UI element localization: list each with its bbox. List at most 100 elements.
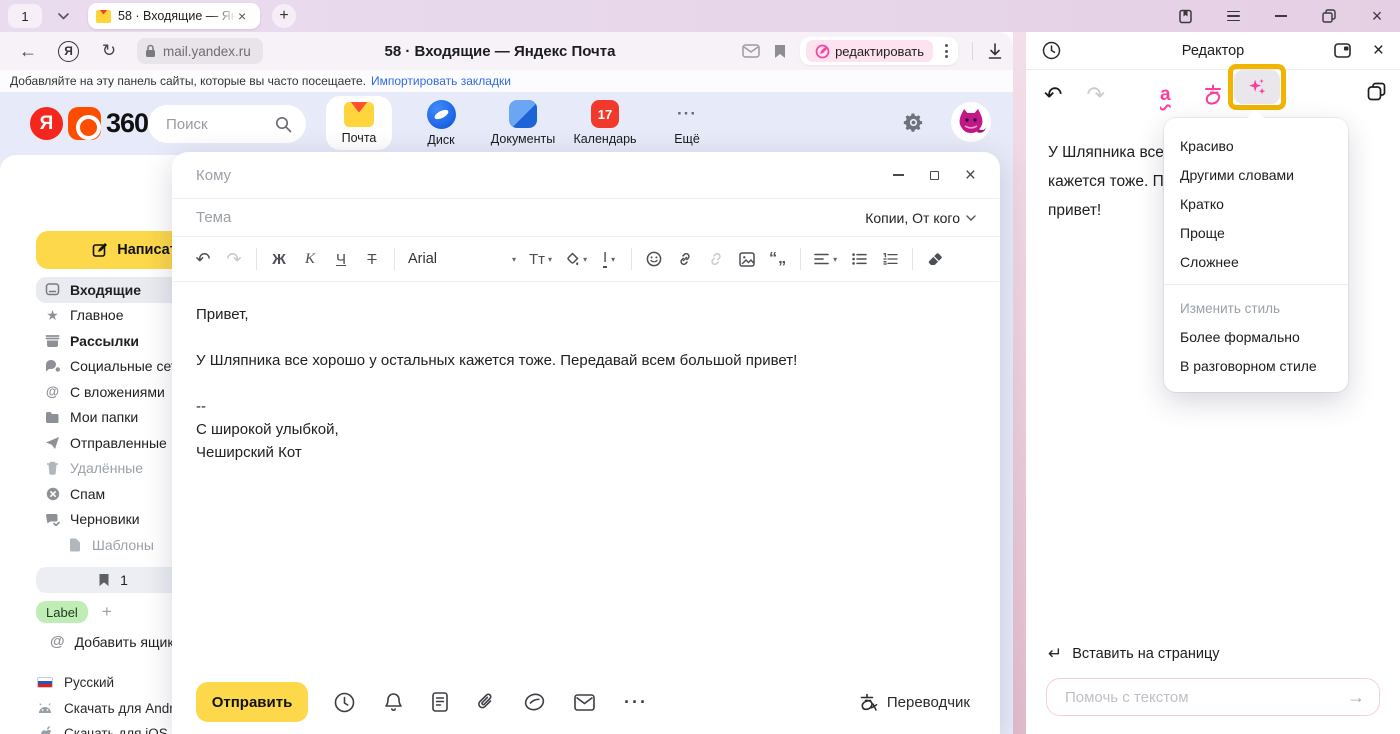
undo-icon[interactable]: ↶ xyxy=(194,249,212,270)
folder-drafts[interactable]: Черновики xyxy=(36,507,190,533)
compose-maximize-icon[interactable] xyxy=(930,171,939,180)
insert-image-icon[interactable] xyxy=(738,252,756,267)
text-color-button[interactable]: I▾ xyxy=(600,250,618,269)
panel-copy-icon[interactable] xyxy=(1367,82,1386,101)
app-calendar[interactable]: 17 Календарь xyxy=(572,96,638,150)
open-in-window-icon[interactable] xyxy=(1334,42,1353,59)
unlink-icon[interactable] xyxy=(707,251,725,267)
reminder-bell-icon[interactable] xyxy=(384,692,403,713)
window-close-icon[interactable]: × xyxy=(1368,7,1386,25)
folder-spam[interactable]: Спам xyxy=(36,481,190,507)
downloads-icon[interactable] xyxy=(987,43,1003,60)
ai-assistant-button[interactable] xyxy=(1234,70,1280,104)
label-tag[interactable]: Label xyxy=(36,601,88,623)
back-icon[interactable]: ← xyxy=(16,41,40,62)
redo-icon[interactable]: ↷ xyxy=(225,249,243,270)
folder-sent[interactable]: Отправленные xyxy=(36,430,190,456)
bookmark-icon[interactable] xyxy=(774,44,786,59)
bold-button[interactable]: Ж xyxy=(270,251,288,268)
highlight-color-button[interactable]: ▾ xyxy=(565,252,587,267)
attach-from-disk-icon[interactable] xyxy=(524,693,545,711)
font-family-select[interactable]: Arial▾ xyxy=(408,251,516,267)
mail-notification-icon[interactable] xyxy=(742,44,760,58)
send-button[interactable]: Отправить xyxy=(196,682,308,722)
bullet-list-icon[interactable] xyxy=(850,253,868,265)
italic-button[interactable]: К xyxy=(301,251,319,268)
url-field[interactable]: mail.yandex.ru xyxy=(137,38,263,64)
add-label-icon[interactable]: + xyxy=(102,602,112,622)
side-panel-icon[interactable] xyxy=(1176,7,1194,25)
panel-split-divider[interactable] xyxy=(1013,32,1026,734)
folder-inbox[interactable]: Входящие xyxy=(36,277,190,303)
translate-text-button[interactable] xyxy=(1202,82,1226,106)
subject-field[interactable]: Тема xyxy=(196,209,231,226)
kebab-menu-icon[interactable] xyxy=(941,44,952,58)
eraser-icon[interactable] xyxy=(926,252,944,266)
insert-to-page-button[interactable]: ↵ Вставить на страницу xyxy=(1048,644,1380,664)
template-icon[interactable] xyxy=(432,692,448,712)
more-options-icon[interactable]: ··· xyxy=(624,692,648,713)
menu-item-beautiful[interactable]: Красиво xyxy=(1164,131,1348,160)
settings-gear-icon[interactable] xyxy=(902,111,925,134)
language-link[interactable]: Русский xyxy=(36,670,194,696)
app-docs[interactable]: Документы xyxy=(490,96,556,150)
message-body[interactable]: Привет, У Шляпника все хорошо у остальны… xyxy=(172,282,1000,485)
numbered-list-icon[interactable] xyxy=(881,253,899,265)
translator-button[interactable]: Переводчик xyxy=(858,692,970,712)
panel-redo-icon[interactable]: ↷ xyxy=(1086,82,1104,108)
yandex-button-icon[interactable]: Я xyxy=(58,41,79,62)
send-later-clock-icon[interactable] xyxy=(334,692,355,713)
add-mailbox-link[interactable]: @ Добавить ящик xyxy=(50,633,173,650)
cc-from-toggle[interactable]: Копии, От кого xyxy=(865,210,976,226)
menu-item-conversational[interactable]: В разговорном стиле xyxy=(1164,351,1348,380)
attach-file-icon[interactable] xyxy=(477,692,495,712)
folder-main[interactable]: ★ Главное xyxy=(36,303,190,329)
menu-item-rephrase[interactable]: Другими словами xyxy=(1164,160,1348,189)
font-size-select[interactable]: Tт▾ xyxy=(529,251,552,268)
new-tab-button[interactable]: + xyxy=(272,4,296,28)
strikethrough-button[interactable]: Т xyxy=(363,251,381,268)
to-field[interactable]: Кому xyxy=(196,167,231,184)
download-android-link[interactable]: Скачать для Android xyxy=(36,696,194,722)
compose-minimize-icon[interactable] xyxy=(893,174,904,176)
submit-arrow-icon[interactable]: → xyxy=(1347,687,1365,708)
bookmark-filter[interactable]: 1 xyxy=(36,567,190,593)
yandex-360-logo[interactable]: Я 360 xyxy=(30,107,148,140)
user-avatar[interactable] xyxy=(951,102,991,142)
tab-group-button[interactable]: 1 xyxy=(8,4,42,28)
download-ios-link[interactable]: Скачать для iOS xyxy=(36,721,194,734)
window-minimize-icon[interactable] xyxy=(1272,7,1290,25)
folder-social[interactable]: Социальные сети xyxy=(36,354,190,380)
folder-newsletters[interactable]: Рассылки xyxy=(36,328,190,354)
menu-item-shorter[interactable]: Кратко xyxy=(1164,189,1348,218)
panel-close-icon[interactable]: × xyxy=(1373,41,1384,60)
app-more[interactable]: ··· Ещё xyxy=(654,96,720,150)
tab-close-icon[interactable]: × xyxy=(238,9,246,23)
underline-button[interactable]: Ч xyxy=(332,251,350,268)
folder-trash[interactable]: Удалённые xyxy=(36,456,190,482)
menu-item-formal[interactable]: Более формально xyxy=(1164,322,1348,351)
browser-tab[interactable]: 58 · Входящие — Янде × xyxy=(88,3,260,29)
app-disk[interactable]: Диск xyxy=(408,96,474,150)
ai-prompt-input[interactable]: Помочь с текстом → xyxy=(1046,678,1380,716)
panel-undo-icon[interactable]: ↶ xyxy=(1044,82,1062,108)
align-icon[interactable]: ▾ xyxy=(814,253,837,265)
folder-my-folders[interactable]: Мои папки xyxy=(36,405,190,431)
quote-icon[interactable]: “„ xyxy=(769,250,787,268)
tab-list-chevron-icon[interactable] xyxy=(52,5,74,27)
window-restore-icon[interactable] xyxy=(1320,7,1338,25)
app-mail[interactable]: Почта xyxy=(326,96,392,150)
link-icon[interactable] xyxy=(676,251,694,267)
menu-item-simpler[interactable]: Проще xyxy=(1164,218,1348,247)
spellcheck-button[interactable]: a xyxy=(1160,84,1171,106)
folder-templates[interactable]: Шаблоны xyxy=(36,532,190,558)
envelope-icon[interactable] xyxy=(574,694,595,711)
browser-menu-icon[interactable] xyxy=(1224,7,1242,25)
emoji-icon[interactable] xyxy=(645,251,663,267)
search-input[interactable]: Поиск xyxy=(148,105,306,143)
menu-item-complex[interactable]: Сложнее xyxy=(1164,247,1348,276)
folder-attachments[interactable]: @ С вложениями xyxy=(36,379,190,405)
compose-close-icon[interactable]: × xyxy=(965,166,976,185)
edit-mode-button[interactable]: редактировать xyxy=(806,40,933,62)
reload-icon[interactable]: ↻ xyxy=(97,41,121,61)
